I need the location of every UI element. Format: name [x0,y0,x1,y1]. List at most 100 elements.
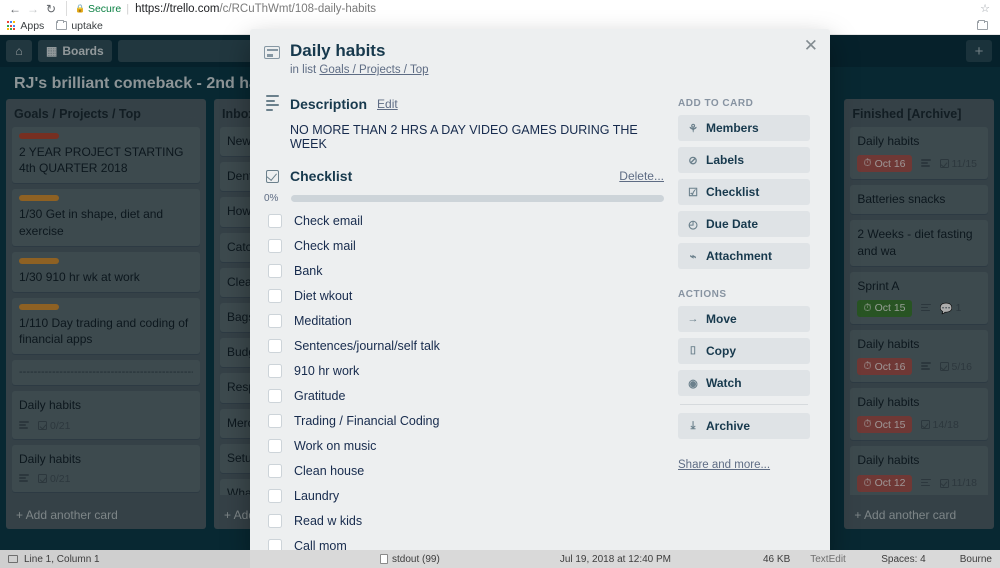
edit-description-button[interactable]: Edit [377,97,398,111]
add-due-date-button[interactable]: ◴ Due Date [678,211,810,238]
in-list-link[interactable]: Goals / Projects / Top [319,64,428,76]
checklist-heading: Checklist [290,168,353,185]
list-item[interactable]: 910 hr work [264,358,664,383]
url-text: https://trello.com/c/RCuThWmt/108-daily-… [135,3,376,15]
checkbox[interactable] [268,438,282,453]
shell-setting[interactable]: Bourne [960,554,992,565]
checklist-item-label: Sentences/journal/self talk [294,338,440,353]
list-item[interactable]: Check mail [264,233,664,258]
list-item[interactable]: Read w kids [264,508,664,533]
archive-label: Archive [706,419,751,434]
checklist-item-label: Clean house [294,463,365,478]
back-arrow-icon[interactable]: ← [6,1,24,17]
modal-body: Description Edit NO MORE THAN 2 HRS A DA… [250,78,830,556]
description-section-header: Description Edit [264,95,664,113]
checkbox[interactable] [268,313,282,328]
label-icon: ⊘ [688,154,698,167]
member-icon: ⚘ [688,122,698,135]
omnibox-divider: | [126,2,130,15]
page-title: Daily habits [290,41,386,60]
attachment-icon: ⌁ [689,250,697,263]
card-icon [264,46,280,59]
clock-icon: ◴ [688,218,698,231]
file-icon [380,554,388,564]
list-item[interactable]: Gratitude [264,383,664,408]
bookmark-overflow-icon[interactable] [977,19,988,30]
copy-label: Copy [706,344,736,359]
description-text: NO MORE THAN 2 HRS A DAY VIDEO GAMES DUR… [290,123,638,152]
progress-bar [291,195,664,203]
checklist-item-label: Meditation [294,313,352,328]
bookmark-uptake-label[interactable]: uptake [71,20,103,32]
bookmark-apps-label[interactable]: Apps [20,20,44,32]
checkbox[interactable] [268,338,282,353]
apps-grid-icon[interactable] [7,21,16,30]
add-attachment-label: Attachment [706,249,773,264]
progress-percent: 0% [264,193,279,205]
delete-checklist-button[interactable]: Delete... [619,169,664,183]
checkbox[interactable] [268,213,282,228]
address-bar[interactable]: 🔒 Secure | https://trello.com/c/RCuThWmt… [66,1,1000,16]
checklist-item-label: 910 hr work [294,363,360,378]
share-and-more-link[interactable]: Share and more... [678,459,770,471]
description-icon [264,95,280,113]
list-item[interactable]: Check email [264,208,664,233]
lock-icon: 🔒 [75,4,85,13]
checklist-items: Check email Check mail Bank Diet wkout M… [264,208,664,556]
reload-icon[interactable]: ↻ [42,1,60,17]
modal-header: Daily habits in list Goals / Projects / … [250,29,830,78]
checklist-item-label: Read w kids [294,513,363,528]
description-heading: Description [290,96,368,113]
breadcrumb: in list Goals / Projects / Top [290,64,429,76]
eye-icon: ◉ [688,377,698,390]
add-attachment-button[interactable]: ⌁ Attachment [678,243,810,270]
checkbox[interactable] [268,238,282,253]
checkbox[interactable] [268,388,282,403]
secure-label: Secure [87,2,122,15]
checkbox[interactable] [268,413,282,428]
checklist-item-label: Bank [294,263,323,278]
list-item[interactable]: Trading / Financial Coding [264,408,664,433]
list-item[interactable]: Work on music [264,433,664,458]
list-item[interactable]: Clean house [264,458,664,483]
list-item[interactable]: Diet wkout [264,283,664,308]
star-icon[interactable]: ☆ [980,2,990,15]
checklist-item-label: Check mail [294,238,356,253]
checkbox[interactable] [268,463,282,478]
add-members-button[interactable]: ⚘ Members [678,115,810,142]
add-to-card-heading: ADD TO CARD [678,98,754,110]
checkbox[interactable] [268,488,282,503]
list-item[interactable]: Sentences/journal/self talk [264,333,664,358]
move-button[interactable]: → Move [678,306,810,333]
list-item[interactable]: Bank [264,258,664,283]
in-list-prefix: in list [290,64,317,77]
browser-toolbar: ← → ↻ 🔒 Secure | https://trello.com/c/RC… [0,0,1000,17]
checkbox[interactable] [268,288,282,303]
folder-icon [56,19,68,30]
forward-arrow-icon[interactable]: → [24,1,42,17]
checkbox[interactable] [268,513,282,528]
watch-button[interactable]: ◉ Watch [678,370,810,397]
add-labels-button[interactable]: ⊘ Labels [678,147,810,174]
archive-icon: ⤓ [690,419,696,432]
checklist-item-label: Laundry [294,488,340,503]
add-checklist-button[interactable]: ☑ Checklist [678,179,810,206]
status-left: Line 1, Column 1 [0,550,250,568]
list-item[interactable]: Meditation [264,308,664,333]
list-item[interactable]: Laundry [264,483,664,508]
window-icon [8,555,18,563]
screen: ← → ↻ 🔒 Secure | https://trello.com/c/RC… [0,0,1000,568]
card-detail-modal: ✕ Daily habits in list Goals / Projects … [250,29,830,556]
checkbox[interactable] [268,263,282,278]
spaces-setting[interactable]: Spaces: 4 [881,554,925,565]
close-icon[interactable]: ✕ [804,37,818,54]
copy-button[interactable]: ⌷ Copy [678,338,810,365]
modal-sidebar: ADD TO CARD ⚘ Members ⊘ Labels ☑ Checkli… [678,78,810,556]
checkbox[interactable] [268,363,282,378]
url-domain: https://trello.com [135,2,220,15]
file-info: stdout (99) [380,554,440,565]
actions-heading: ACTIONS [678,289,727,301]
archive-button[interactable]: ⤓ Archive [678,413,810,440]
add-checklist-label: Checklist [706,185,760,200]
